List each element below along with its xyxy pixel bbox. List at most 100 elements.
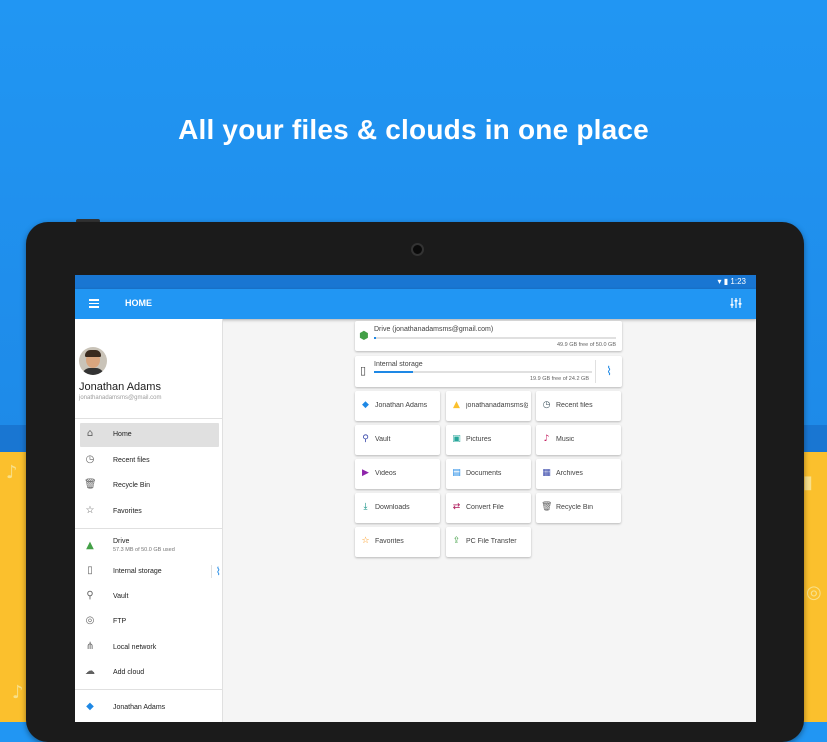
- music-note-icon: ♪: [6, 462, 18, 483]
- tile-vault[interactable]: ⚲ Vault: [355, 425, 440, 455]
- tile-icon: ◷: [542, 400, 551, 410]
- app-screen: ▾ ▮ 1:23 HOME Jonathan Adams jonathanada…: [75, 275, 756, 722]
- tile-downloads[interactable]: ⤓ Downloads: [355, 493, 440, 523]
- tile-label: Jonathan Adams: [375, 402, 428, 409]
- drawer-item-label: Recent files: [113, 457, 150, 464]
- storage-free-text: 19.9 GB free of 24.2 GB: [529, 376, 589, 382]
- status-time: 1:23: [730, 277, 746, 286]
- drawer-item-label: Favorites: [113, 508, 142, 515]
- menu-icon[interactable]: [89, 299, 99, 308]
- tile-icon: ♪: [543, 434, 550, 444]
- drawer-item-home[interactable]: ⌂ Home: [80, 423, 219, 447]
- tile-jonathanadamsms[interactable]: ▲ jonathanadamsms@: [446, 391, 531, 421]
- drawer-item-recycle-bin[interactable]: 🗑 Recycle Bin: [80, 474, 219, 498]
- user-email: jonathanadamsms@gmail.com: [79, 395, 162, 401]
- drawer-item-ftp[interactable]: ◎ FTP: [80, 610, 219, 634]
- storage-progress-fill: [374, 337, 377, 339]
- status-icons: ▾ ▮: [717, 277, 729, 286]
- drawer-item-label: Local network: [113, 644, 157, 651]
- tile-music[interactable]: ♪ Music: [536, 425, 621, 455]
- main-content: ⬢ Drive (jonathanadamsms@gmail.com) 49.9…: [223, 319, 756, 722]
- tile-recycle-bin[interactable]: 🗑 Recycle Bin: [536, 493, 621, 523]
- tile-icon: 🗑: [541, 502, 553, 512]
- tile-label: Vault: [375, 436, 391, 443]
- storage-progress: [374, 337, 616, 339]
- tile-label: Videos: [375, 470, 397, 477]
- tile-label: Music: [556, 436, 575, 443]
- star-icon: ☆: [85, 505, 95, 516]
- drive-icon: ▲: [86, 540, 94, 551]
- tile-pictures[interactable]: ▣ Pictures: [446, 425, 531, 455]
- status-bar: ▾ ▮ 1:23: [75, 275, 756, 289]
- tile-label: PC File Transfer: [466, 538, 517, 545]
- tile-jonathan-adams[interactable]: ◆ Jonathan Adams: [355, 391, 440, 421]
- tile-icon: ⚲: [362, 434, 369, 444]
- network-icon: ⋔: [85, 641, 95, 652]
- drawer-item-label: Drive: [113, 538, 130, 545]
- broom-icon[interactable]: ⌇: [210, 565, 221, 578]
- tile-label: Pictures: [466, 436, 492, 443]
- drawer-item-label: Home: [113, 431, 132, 438]
- divider: [75, 689, 222, 690]
- drawer-item-add-cloud[interactable]: ☁ Add cloud: [80, 661, 219, 685]
- tile-label: Downloads: [375, 504, 410, 511]
- drawer-item-drive[interactable]: ▲ Drive 57.3 MB of 50.0 GB used: [80, 532, 219, 560]
- navigation-drawer: Jonathan Adams jonathanadamsms@gmail.com…: [75, 319, 223, 722]
- circle-icon: ◎: [806, 582, 822, 603]
- tile-label: jonathanadamsms@: [466, 402, 528, 409]
- tile-label: Recent files: [556, 402, 593, 409]
- tile-icon: ▤: [452, 468, 461, 478]
- app-bar: HOME: [75, 289, 756, 319]
- tile-convert-file[interactable]: ⇄ Convert File: [446, 493, 531, 523]
- broom-icon[interactable]: ⌇: [595, 360, 622, 383]
- storage-title: Internal storage: [374, 361, 423, 368]
- drawer-item-label: Vault: [113, 593, 129, 600]
- divider: [75, 418, 222, 419]
- tile-label: Convert File: [466, 504, 504, 511]
- tile-icon: ⇪: [452, 536, 461, 546]
- tile-recent-files[interactable]: ◷ Recent files: [536, 391, 621, 421]
- tile-icon: ▦: [542, 468, 551, 478]
- storage-progress-fill: [374, 371, 414, 373]
- drawer-item-label: Jonathan Adams: [113, 704, 166, 711]
- drawer-item-recent-files[interactable]: ◷ Recent files: [80, 449, 219, 473]
- tile-videos[interactable]: ▶ Videos: [355, 459, 440, 489]
- drawer-item-label: FTP: [113, 618, 127, 625]
- tile-favorites[interactable]: ☆ Favorites: [355, 527, 440, 557]
- tile-documents[interactable]: ▤ Documents: [446, 459, 531, 489]
- drawer-item-internal-storage[interactable]: ▯ Internal storage ⌇: [80, 560, 221, 584]
- avatar[interactable]: [79, 347, 107, 375]
- tile-icon: ▣: [452, 434, 461, 444]
- home-icon: ⌂: [86, 428, 94, 439]
- dropbox-icon: ◆: [86, 701, 94, 712]
- drawer-item-local-network[interactable]: ⋔ Local network: [80, 636, 219, 660]
- lock-icon: ⚲: [86, 590, 94, 601]
- ftp-icon: ◎: [85, 615, 95, 626]
- drawer-item-label: Recycle Bin: [113, 482, 150, 489]
- storage-card-internal[interactable]: ▯ Internal storage 19.9 GB free of 24.2 …: [355, 356, 622, 387]
- drive-icon: ⬢: [359, 329, 369, 342]
- divider: [75, 528, 222, 529]
- tile-label: Favorites: [375, 538, 404, 545]
- page-headline: All your files & clouds in one place: [178, 114, 649, 145]
- tile-icon: ▲: [453, 400, 460, 410]
- tile-label: Documents: [466, 470, 502, 477]
- trash-icon: 🗑: [84, 479, 97, 490]
- drawer-item-account-dropbox[interactable]: ◆ Jonathan Adams: [80, 696, 219, 720]
- drawer-item-vault[interactable]: ⚲ Vault: [80, 585, 219, 609]
- tile-icon: ◆: [362, 400, 369, 410]
- drawer-item-label: Add cloud: [113, 669, 145, 676]
- camera-icon: [411, 243, 424, 256]
- tile-label: Recycle Bin: [556, 504, 593, 511]
- storage-free-text: 49.9 GB free of 50.0 GB: [556, 342, 616, 348]
- app-bar-title: HOME: [125, 298, 152, 308]
- tile-archives[interactable]: ▦ Archives: [536, 459, 621, 489]
- tile-pc-file-transfer[interactable]: ⇪ PC File Transfer: [446, 527, 531, 557]
- storage-card-drive[interactable]: ⬢ Drive (jonathanadamsms@gmail.com) 49.9…: [355, 321, 622, 351]
- tune-icon[interactable]: [730, 297, 742, 309]
- music-note-icon: ♪: [12, 682, 24, 703]
- storage-title: Drive (jonathanadamsms@gmail.com): [374, 326, 494, 333]
- drawer-item-favorites[interactable]: ☆ Favorites: [80, 500, 219, 524]
- drawer-item-label: Internal storage: [113, 568, 162, 575]
- tile-icon: ☆: [361, 536, 370, 546]
